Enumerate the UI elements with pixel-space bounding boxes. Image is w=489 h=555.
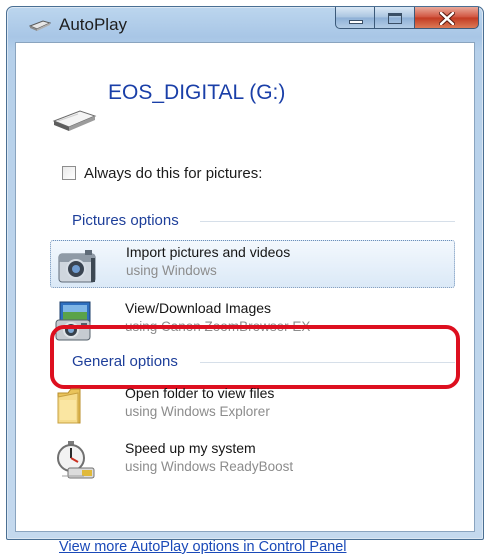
option-subtitle: using Windows Explorer [125, 404, 270, 419]
option-title: View/Download Images [125, 300, 272, 316]
camera-import-icon [58, 250, 96, 283]
maximize-button[interactable] [375, 7, 415, 29]
option-open-folder[interactable]: Open folder to view files using Windows … [50, 382, 455, 430]
minimize-button[interactable] [335, 7, 375, 29]
group-divider [200, 362, 455, 363]
always-do-this-label[interactable]: Always do this for pictures: [84, 165, 262, 182]
maximize-icon [388, 13, 402, 24]
device-name: EOS_DIGITAL (G:) [108, 81, 286, 104]
option-import-pictures[interactable]: Import pictures and videos using Windows [50, 240, 455, 288]
option-title: Import pictures and videos [126, 244, 291, 260]
option-speed-up-system[interactable]: Speed up my system using Windows ReadyBo… [50, 437, 455, 485]
title-bar[interactable]: AutoPlay [7, 7, 483, 43]
general-options-header: General options [72, 353, 178, 370]
option-title: Open folder to view files [125, 385, 275, 401]
folder-icon [57, 388, 81, 424]
minimize-icon [349, 20, 363, 24]
autoplay-window: AutoPlay EOS_DIGITAL (G:) Always do this… [6, 6, 484, 555]
close-button[interactable] [415, 7, 479, 29]
window-controls [335, 7, 479, 31]
readyboost-stopwatch-icon [57, 441, 95, 479]
option-subtitle: using Windows [126, 263, 217, 278]
drive-icon [29, 20, 51, 31]
group-divider [200, 221, 455, 222]
close-icon [439, 12, 455, 25]
option-title: Speed up my system [125, 440, 256, 456]
pictures-options-header: Pictures options [72, 212, 179, 229]
always-do-this-checkbox[interactable] [62, 166, 76, 180]
removable-drive-icon [52, 110, 97, 131]
option-subtitle: using Windows ReadyBoost [125, 459, 294, 474]
content-pane: EOS_DIGITAL (G:) Always do this for pict… [15, 42, 475, 555]
window-title: AutoPlay [59, 15, 128, 34]
control-panel-link[interactable]: View more AutoPlay options in Control Pa… [59, 539, 346, 555]
